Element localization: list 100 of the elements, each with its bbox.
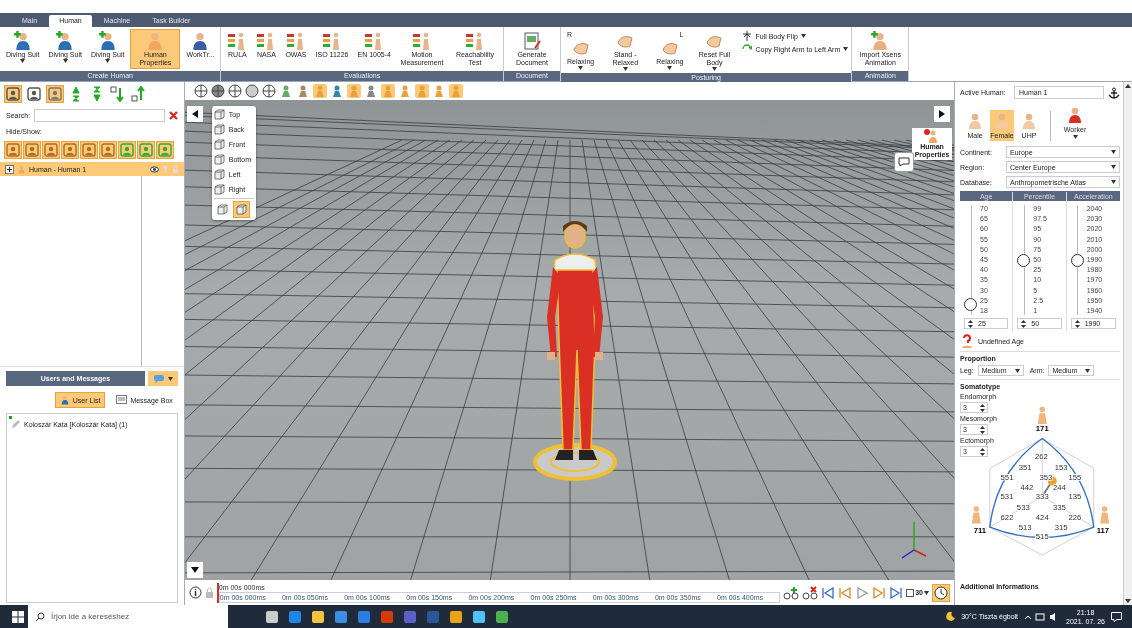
scroll-up-icon[interactable] (1125, 84, 1131, 88)
frame-icon (906, 588, 915, 597)
chat-dropdown-button[interactable] (147, 371, 178, 386)
chat-icon (152, 373, 165, 384)
document-icon (521, 31, 542, 51)
worker-icon (1066, 106, 1084, 124)
slider-track[interactable] (966, 205, 976, 315)
slider-track[interactable] (1072, 205, 1083, 315)
collapse-all-icon (131, 86, 147, 102)
cube-icon (213, 169, 225, 180)
taskbar-app-icon[interactable] (266, 610, 278, 623)
caret-icon (167, 376, 173, 381)
caret-icon (1111, 150, 1116, 154)
collapse-down-button[interactable] (186, 562, 203, 578)
toolbar-button[interactable] (130, 85, 148, 103)
display-toggle-icon[interactable] (345, 83, 362, 99)
spinner-icon (1074, 319, 1080, 328)
speech-bubble-icon (898, 157, 910, 167)
taskbar-app-icon[interactable] (312, 610, 324, 623)
sort-ascending-icon (70, 86, 82, 102)
clock-icon (934, 585, 948, 600)
add-keyframe-icon[interactable] (783, 585, 800, 600)
toolbar-button[interactable] (109, 85, 127, 103)
taskbar-app-icon[interactable] (473, 610, 485, 623)
display-toggle-icon[interactable] (413, 83, 430, 99)
display-toggle-icon[interactable] (447, 83, 464, 99)
expand-all-icon (110, 86, 126, 102)
spinner-icon (968, 319, 973, 328)
person-add-icon (12, 31, 33, 51)
taskbar-search-field[interactable]: Írjon ide a kereséshez (28, 605, 228, 628)
scroll-down-icon[interactable] (1125, 599, 1131, 603)
torso-icon (966, 112, 984, 130)
slider-thumb[interactable] (1070, 253, 1084, 267)
projection-button[interactable] (232, 201, 250, 218)
display-toggle-icon[interactable] (311, 83, 328, 99)
eye-icon[interactable] (149, 165, 159, 173)
shading-mode-icon[interactable] (192, 83, 209, 99)
slider-thumb[interactable] (964, 297, 977, 311)
pencil-icon (11, 420, 20, 429)
taskbar-app-icon[interactable] (289, 610, 301, 623)
axis-gizmo-drawing (899, 520, 929, 560)
caret-icon (1014, 368, 1020, 373)
posture-chart-icon (322, 31, 342, 51)
tree-toggle-icon[interactable] (5, 164, 14, 174)
notification-icon[interactable] (1111, 611, 1122, 622)
torso-icon (993, 112, 1011, 130)
spinner-icon (1021, 319, 1027, 328)
clock-button[interactable] (932, 583, 950, 602)
collapse-right-button[interactable] (934, 106, 950, 122)
caret-icon (1111, 180, 1116, 184)
torso-icon (1020, 112, 1038, 130)
user-icon (59, 395, 70, 405)
posture-chart-icon (285, 31, 306, 51)
play-icon[interactable] (855, 586, 870, 599)
comment-button[interactable] (894, 152, 914, 172)
shading-mode-icon[interactable] (209, 83, 226, 99)
clear-icon[interactable] (168, 111, 178, 120)
caret-icon (1085, 368, 1091, 373)
search-icon (36, 612, 45, 621)
spinner-icon (980, 447, 985, 456)
cube-icon (213, 109, 225, 120)
step-back-icon[interactable] (838, 586, 853, 599)
taskbar-app-icon[interactable] (496, 610, 508, 623)
moon-icon (946, 612, 956, 621)
display-toggle-icon[interactable] (379, 83, 396, 99)
triangle-right-icon (939, 110, 945, 118)
cube-icon (213, 184, 225, 195)
cube-icon (235, 204, 247, 215)
posture-chart-icon (411, 31, 432, 51)
taskbar-app-icon[interactable] (450, 610, 462, 623)
caret-icon (1072, 135, 1078, 139)
shading-mode-icon[interactable] (243, 83, 260, 99)
info-icon[interactable] (188, 586, 202, 599)
step-forward-icon[interactable] (872, 586, 887, 599)
cube-icon (216, 204, 228, 215)
caret-icon (1111, 165, 1116, 169)
shading-mode-icon[interactable] (260, 83, 277, 99)
sort-descending-icon (91, 86, 103, 102)
search-field[interactable] (34, 109, 165, 122)
skip-end-icon[interactable] (889, 586, 904, 599)
flip-icon (742, 31, 753, 41)
shading-mode-icon[interactable] (226, 83, 243, 99)
windows-start-icon[interactable] (12, 610, 24, 623)
spinner-icon (980, 403, 985, 412)
skip-start-icon[interactable] (821, 586, 836, 599)
anchor-icon[interactable] (1108, 86, 1120, 99)
spinner-icon (980, 425, 985, 434)
taskbar-app-icon[interactable] (335, 610, 347, 623)
posture-chart-icon (464, 31, 485, 51)
triangle-down-icon (190, 567, 199, 573)
slider-track[interactable] (1019, 205, 1030, 315)
delete-keyframe-icon[interactable] (802, 585, 819, 600)
question-person-icon (960, 334, 974, 348)
triangle-left-icon (191, 110, 198, 118)
collapse-left-button[interactable] (186, 106, 203, 122)
lock-icon[interactable] (204, 587, 214, 598)
slider-thumb[interactable] (1017, 253, 1031, 267)
cube-icon (213, 139, 225, 150)
cube-icon (213, 154, 225, 165)
person-add-icon (97, 31, 118, 51)
